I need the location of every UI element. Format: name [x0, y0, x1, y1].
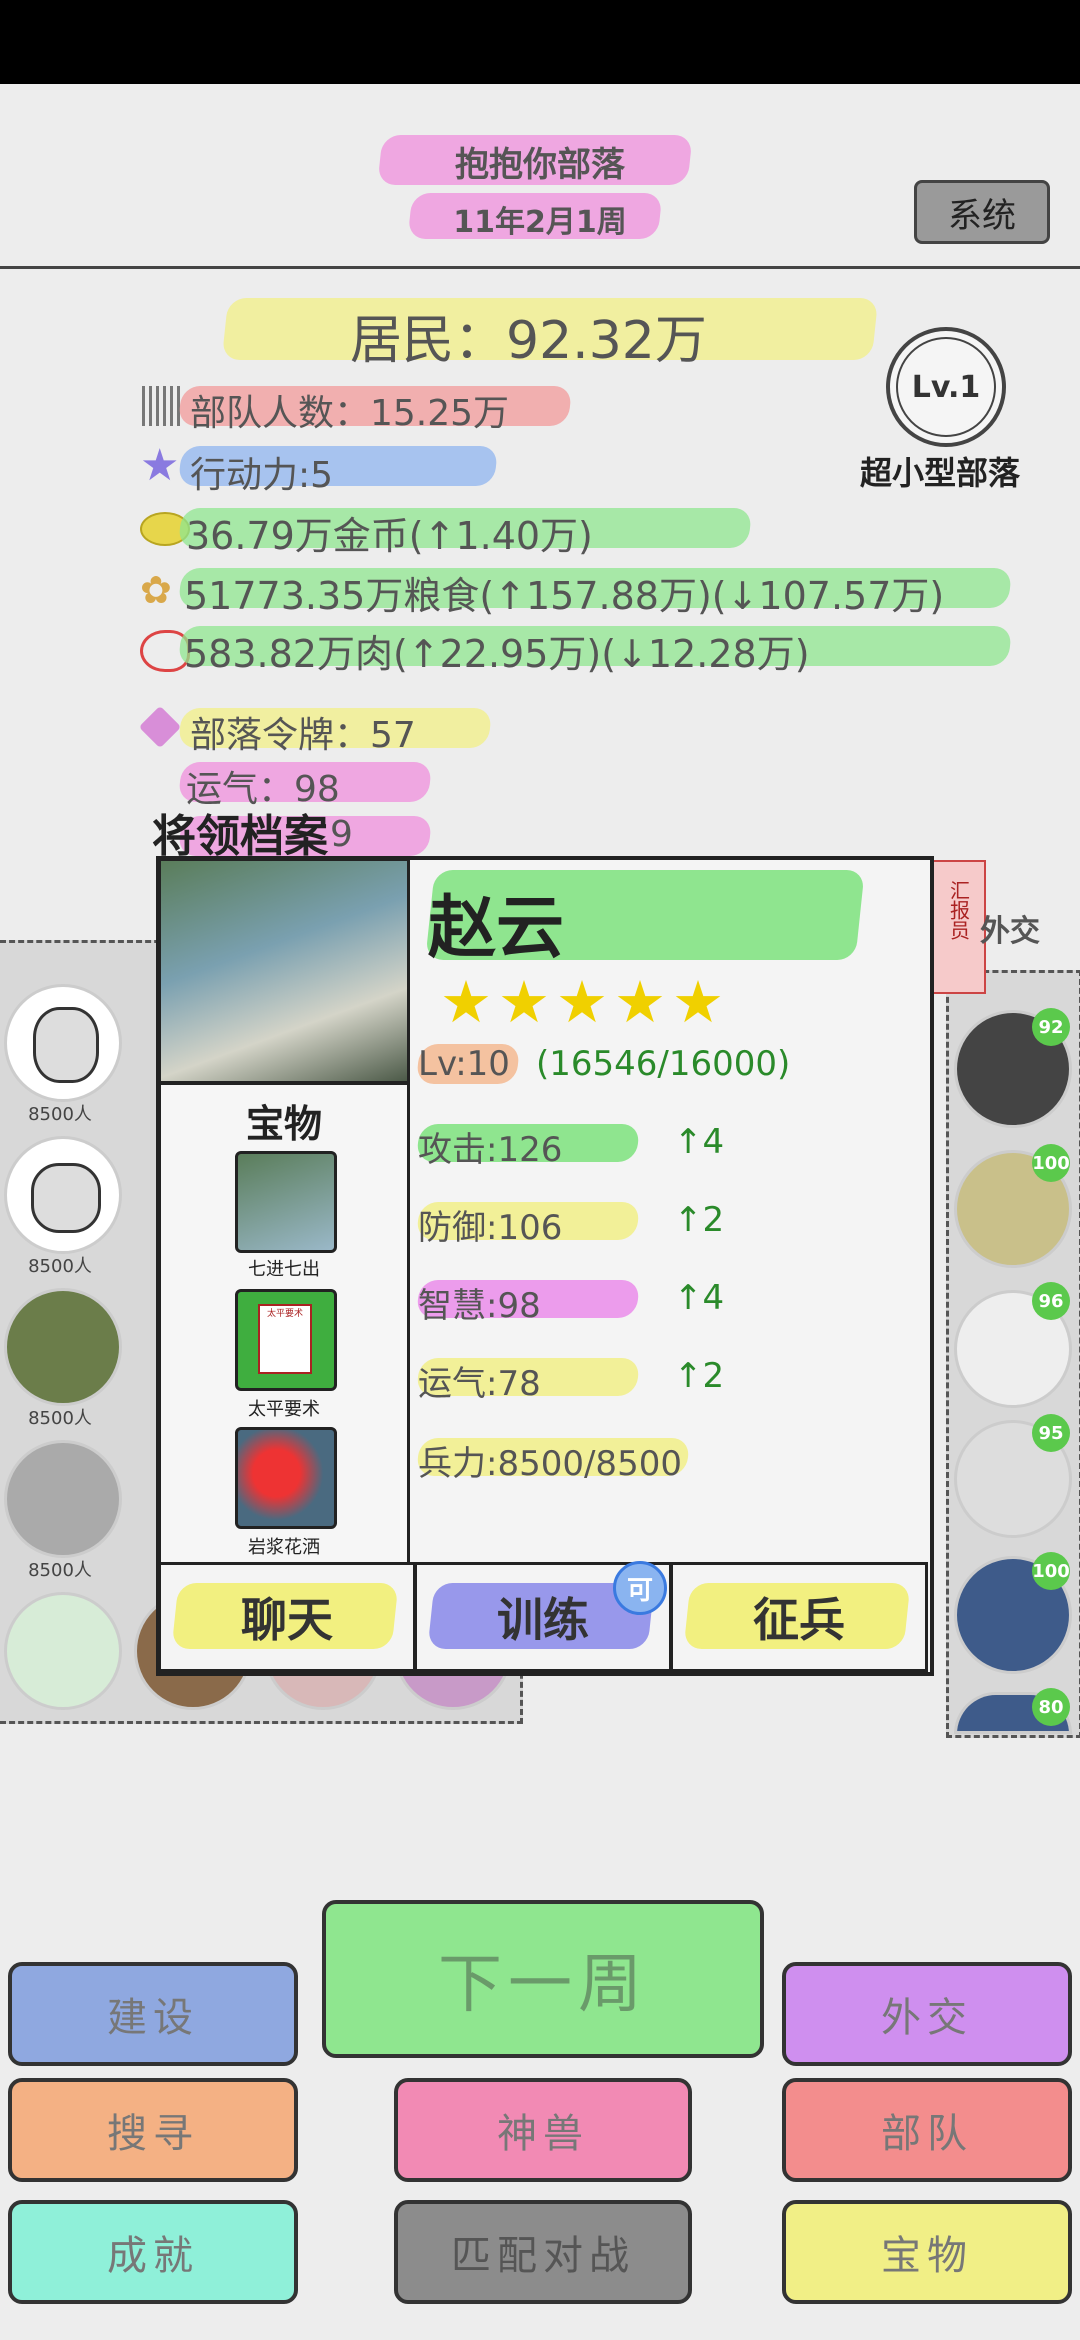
build-button[interactable]: 建设 — [8, 1962, 298, 2066]
beast-button[interactable]: 神兽 — [394, 2078, 692, 2182]
chat-label: 聊天 — [241, 1593, 333, 1647]
general-avatar[interactable] — [4, 1592, 122, 1710]
tribe-badge: 100 — [1032, 1552, 1070, 1590]
star-icon: ★ — [556, 968, 608, 1036]
treasure-title: 宝物 — [245, 1102, 322, 1146]
match-button[interactable]: 匹配对战 — [394, 2200, 692, 2304]
tribe-tier: 超小型部落 — [860, 454, 1021, 492]
treasure-name: 太平要术 — [248, 1399, 320, 1420]
treasure-name: 七进七出 — [248, 1259, 320, 1280]
attack-up: ↑4 — [674, 1122, 725, 1162]
luck-up: ↑2 — [674, 1356, 725, 1396]
recruit-label: 征兵 — [753, 1593, 845, 1647]
treasure-image[interactable]: 太平要术 — [235, 1289, 337, 1391]
tribe-badge: 92 — [1032, 1008, 1070, 1046]
grain: 51773.35万粮食(↑157.88万)(↓107.57万) — [184, 574, 945, 618]
general-avatar[interactable] — [4, 1136, 122, 1254]
tribe-name: 抱抱你部落 — [455, 145, 625, 185]
search-button[interactable]: 搜寻 — [8, 2078, 298, 2182]
book-cover: 太平要术 — [258, 1304, 312, 1374]
header-divider — [0, 266, 1080, 269]
gold: 36.79万金币(↑1.40万) — [186, 514, 593, 558]
general-portrait — [158, 858, 410, 1084]
train-label: 训练 — [497, 1593, 589, 1647]
treasure-button[interactable]: 宝物 — [782, 2200, 1072, 2304]
treasure-name: 岩浆花洒 — [248, 1537, 320, 1558]
general-troops: 8500人 — [28, 1408, 92, 1429]
tribe-badge: 95 — [1032, 1414, 1070, 1452]
star-icon: ★ — [672, 968, 724, 1036]
treasure-column: 宝物 七进七出 太平要术 太平要术 岩浆花洒 — [158, 1082, 410, 1568]
diplomacy-button[interactable]: 外交 — [782, 1962, 1072, 2066]
general-avatar[interactable] — [4, 1288, 122, 1406]
system-button[interactable]: 系统 — [914, 180, 1050, 244]
tribe-token: 部落令牌：57 — [190, 715, 416, 756]
treasure-image[interactable] — [235, 1151, 337, 1253]
star-icon: ★ — [140, 440, 180, 491]
grain-icon: ✿ — [140, 568, 172, 612]
generals-section-title: 将领档案 — [152, 811, 328, 862]
recruit-button[interactable]: 征兵 — [670, 1562, 928, 1672]
general-troops-stat: 兵力:8500/8500 — [418, 1444, 682, 1484]
tribe-badge: 100 — [1032, 1144, 1070, 1182]
residents: 居民：92.32万 — [350, 311, 707, 371]
star-icon: ★ — [440, 968, 492, 1036]
luck-stat: 运气:78 — [418, 1364, 541, 1404]
attack-stat: 攻击:126 — [418, 1130, 563, 1170]
general-exp: (16546/16000) — [536, 1044, 791, 1084]
level-badge[interactable]: Lv.1 — [886, 327, 1006, 447]
general-troops: 8500人 — [28, 1560, 92, 1581]
next-week-button[interactable]: 下一周 — [322, 1900, 764, 2058]
treasure-image[interactable] — [235, 1427, 337, 1529]
game-date: 11年2月1周 — [453, 205, 627, 240]
achievement-button[interactable]: 成就 — [8, 2200, 298, 2304]
level-text: Lv.1 — [896, 337, 996, 437]
token-icon — [138, 705, 182, 749]
army-button[interactable]: 部队 — [782, 2078, 1072, 2182]
general-name: 赵云 — [428, 889, 565, 968]
star-icon: ★ — [614, 968, 666, 1036]
general-troops: 8500人 — [28, 1104, 92, 1125]
tribe-badge: 96 — [1032, 1282, 1070, 1320]
troop-count: 部队人数：15.25万 — [190, 393, 510, 434]
general-level: Lv:10 — [418, 1044, 510, 1084]
train-button[interactable]: 训练 可 — [414, 1561, 672, 1672]
troops-icon — [142, 386, 182, 426]
wisdom-stat: 智慧:98 — [418, 1286, 541, 1326]
general-avatar[interactable] — [4, 1440, 122, 1558]
status-bar — [0, 0, 1080, 84]
report-tag-text: 汇报员 — [946, 880, 971, 940]
train-available-badge: 可 — [613, 1561, 667, 1615]
action-points: 行动力:5 — [190, 455, 334, 496]
wisdom-up: ↑4 — [674, 1278, 725, 1318]
chat-button[interactable]: 聊天 — [158, 1562, 416, 1672]
meat: 583.82万肉(↑22.95万)(↓12.28万) — [184, 632, 810, 676]
star-icon: ★ — [498, 968, 550, 1036]
partial-stat: 9 — [330, 814, 353, 855]
general-troops: 8500人 — [28, 1256, 92, 1277]
defense-up: ↑2 — [674, 1200, 725, 1240]
defense-stat: 防御:106 — [418, 1208, 563, 1248]
general-avatar[interactable] — [4, 984, 122, 1102]
diplomacy-label: 外交 — [980, 914, 1040, 949]
report-tag[interactable]: 汇报员 — [932, 860, 986, 994]
tribe-badge: 80 — [1032, 1688, 1070, 1726]
